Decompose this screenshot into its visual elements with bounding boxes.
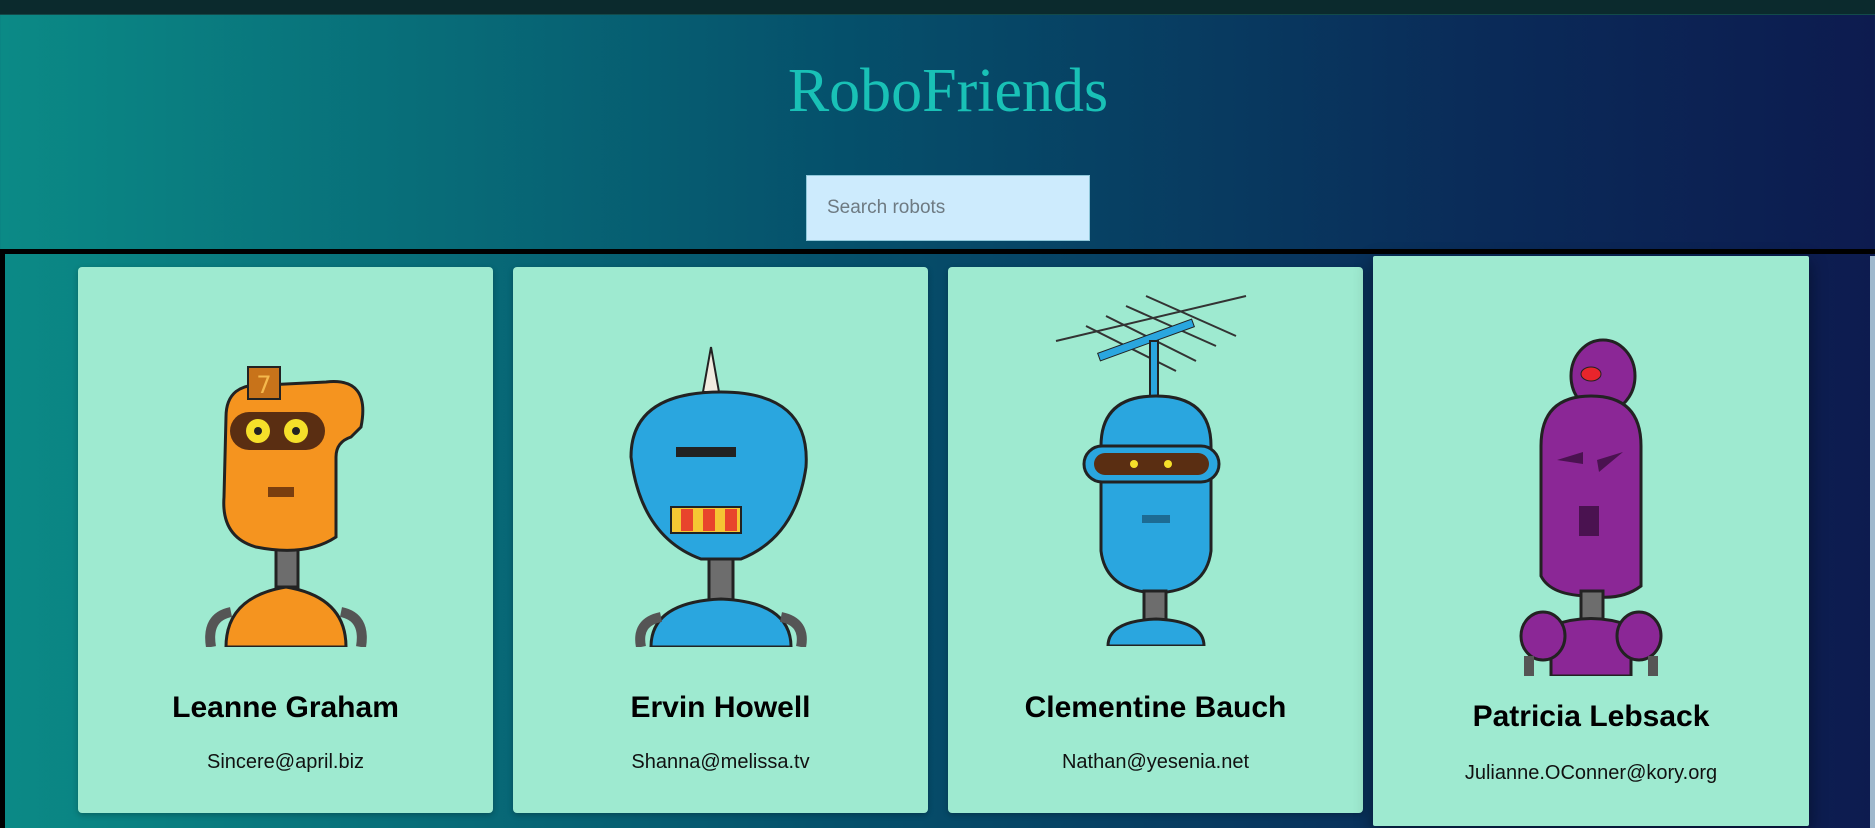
browser-top-bar [0,0,1875,15]
svg-text:7: 7 [256,371,271,399]
scrollbar[interactable] [1870,256,1875,828]
purple-robot-icon [1519,338,1663,676]
search-input[interactable] [806,175,1090,241]
orange-robot-icon: 7 [204,366,367,647]
robot-email: Sincere@april.biz [206,751,365,773]
robot-email: Julianne.OConner@kory.org [1464,762,1718,784]
robot-name: Ervin Howell [630,691,811,724]
robot-name: Patricia Lebsack [1472,700,1710,733]
robot-email: Nathan@yesenia.net [1061,751,1250,773]
robot-name: Leanne Graham [172,691,399,724]
robot-name: Clementine Bauch [1024,691,1287,724]
blue-robot-icon [628,346,808,647]
robot-card[interactable]: Ervin Howell Shanna@melissa.tv [513,267,928,813]
robot-card[interactable]: Clementine Bauch Nathan@yesenia.net [948,267,1363,813]
page-title: RoboFriends [787,57,1109,125]
robot-card[interactable]: 7 Leanne Graham Sincere@april.biz [78,267,493,813]
antenna-robot-icon [1055,295,1246,646]
robot-card[interactable]: Patricia Lebsack Julianne.OConner@kory.o… [1373,256,1809,826]
robot-email: Shanna@melissa.tv [631,751,810,773]
